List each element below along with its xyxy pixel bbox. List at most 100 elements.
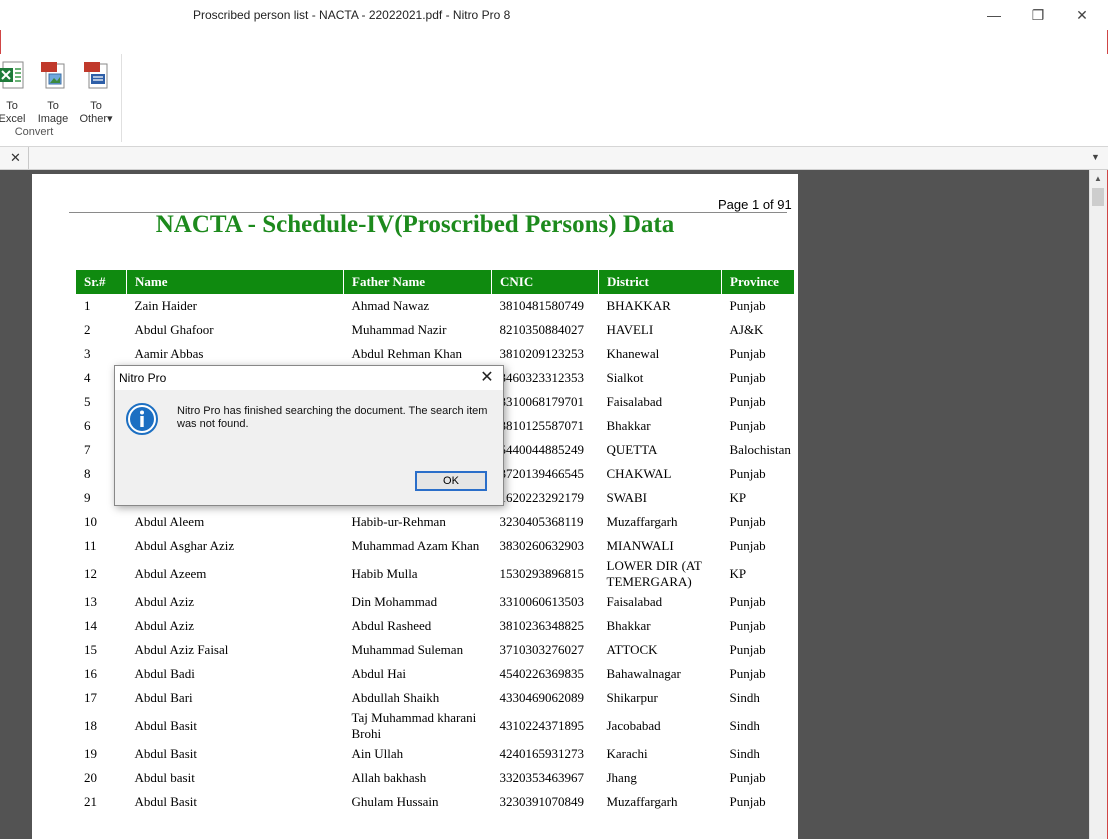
cell-district: MIANWALI bbox=[606, 538, 674, 553]
convert-group-label: Convert bbox=[14, 126, 54, 138]
cell-father-name: Habib-ur-Rehman bbox=[351, 514, 446, 529]
page-number: Page 1 of 91 bbox=[718, 197, 792, 212]
other-icon bbox=[84, 62, 108, 89]
cell-district: Faisalabad bbox=[606, 594, 663, 609]
cell-sr: 10 bbox=[84, 514, 97, 529]
to-excel-label-2: Excel bbox=[0, 113, 26, 125]
cell-sr: 15 bbox=[84, 642, 97, 657]
cell-sr: 11 bbox=[84, 538, 97, 553]
cell-district: Shikarpur bbox=[606, 690, 658, 705]
to-image-label-1: To bbox=[47, 100, 59, 112]
cell-province: Sindh bbox=[729, 690, 760, 705]
table-row: 12 Abdul Azeem Habib Mulla 1530293896815 LOW… bbox=[76, 558, 795, 590]
cell-father-name: Habib Mulla bbox=[351, 566, 418, 581]
cell-cnic: 8210350884027 bbox=[499, 322, 585, 337]
cell-father-name: Muhammad Nazir bbox=[351, 322, 447, 337]
cell-sr: 3 bbox=[84, 346, 91, 361]
cell-cnic: 4240165931273 bbox=[499, 746, 585, 761]
col-header-father-name: Father Name bbox=[343, 270, 492, 294]
cell-district: LOWER DIR (AT TEMERGARA) bbox=[606, 558, 702, 589]
col-header-name: Name bbox=[126, 270, 344, 294]
to-excel-button[interactable]: To Excel bbox=[0, 60, 32, 128]
table-header-row: Sr.# Name Father Name CNIC District Prov… bbox=[76, 270, 795, 294]
cell-province: Punjab bbox=[729, 594, 766, 609]
cell-province: KP bbox=[729, 490, 747, 505]
cell-cnic: 4330469062089 bbox=[499, 690, 585, 705]
cell-province: Punjab bbox=[729, 514, 766, 529]
cell-cnic: 3710303276027 bbox=[499, 642, 585, 657]
table-row: 17 Abdul Bari Abdullah Shaikh 4330469062089… bbox=[76, 686, 795, 710]
table-row: 11 Abdul Asghar Aziz Muhammad Azam Khan 383… bbox=[76, 534, 795, 558]
cell-name: Abdul Ghafoor bbox=[134, 322, 214, 337]
cell-province: Sindh bbox=[729, 746, 760, 761]
cell-province: Sindh bbox=[729, 718, 760, 733]
cell-province: KP bbox=[729, 566, 747, 581]
cell-cnic: 3320353463967 bbox=[499, 770, 585, 785]
close-tab-icon[interactable]: ✕ bbox=[10, 150, 21, 166]
cell-district: ATTOCK bbox=[606, 642, 658, 657]
to-other-label-2: Other▾ bbox=[79, 113, 113, 125]
cell-province: Punjab bbox=[729, 394, 766, 409]
cell-sr: 20 bbox=[84, 770, 97, 785]
ok-button[interactable]: OK bbox=[415, 471, 487, 491]
cell-district: Jhang bbox=[606, 770, 637, 785]
col-header-cnic: CNIC bbox=[491, 270, 599, 294]
cell-district: Sialkot bbox=[606, 370, 644, 385]
document-title: NACTA - Schedule-IV(Proscribed Persons) … bbox=[155, 211, 675, 238]
minimize-button[interactable]: — bbox=[984, 6, 1004, 24]
cell-name: Zain Haider bbox=[134, 298, 197, 313]
table-row: 15 Abdul Aziz Faisal Muhammad Suleman 37103… bbox=[76, 638, 795, 662]
cell-cnic: 5440044885249 bbox=[499, 442, 585, 457]
table-row: 21 Abdul Basit Ghulam Hussain 3230391070849… bbox=[76, 790, 795, 814]
cell-province: Punjab bbox=[729, 370, 766, 385]
cell-cnic: 3810481580749 bbox=[499, 298, 585, 313]
cell-sr: 14 bbox=[84, 618, 97, 633]
col-header-district: District bbox=[598, 270, 722, 294]
scroll-thumb[interactable] bbox=[1092, 188, 1104, 206]
cell-father-name: Abdullah Shaikh bbox=[351, 690, 440, 705]
ribbon: To Excel To Image To Other▾ Convert bbox=[0, 54, 1108, 147]
info-icon bbox=[126, 403, 158, 435]
cell-district: BHAKKAR bbox=[606, 298, 671, 313]
table-row: 1 Zain Haider Ahmad Nawaz 3810481580749 BHAK… bbox=[76, 294, 795, 318]
cell-name: Abdul Basit bbox=[134, 718, 197, 733]
cell-sr: 16 bbox=[84, 666, 97, 681]
cell-name: Abdul Badi bbox=[134, 666, 195, 681]
cell-province: Punjab bbox=[729, 618, 766, 633]
scroll-up-arrow[interactable]: ▲ bbox=[1094, 174, 1102, 183]
cell-sr: 18 bbox=[84, 718, 97, 733]
cell-name: Abdul basit bbox=[134, 770, 195, 785]
tab-divider bbox=[28, 147, 29, 169]
table-row: 20 Abdul basit Allah bakhash 3320353463967 J… bbox=[76, 766, 795, 790]
cell-name: Abdul Azeem bbox=[134, 566, 207, 581]
title-bar: Proscribed person list - NACTA - 2202202… bbox=[0, 0, 1108, 30]
dialog-close-button[interactable]: ✕ bbox=[475, 368, 499, 388]
vertical-scrollbar[interactable]: ▲ bbox=[1089, 170, 1107, 839]
to-other-button[interactable]: To Other▾ bbox=[76, 60, 116, 128]
tab-list-dropdown[interactable]: ▼ bbox=[1091, 152, 1100, 162]
close-button[interactable]: ✕ bbox=[1072, 6, 1092, 24]
cell-province: Punjab bbox=[729, 538, 766, 553]
cell-cnic: 3230405368119 bbox=[499, 514, 584, 529]
cell-district: Bahawalnagar bbox=[606, 666, 681, 681]
cell-cnic: 4540226369835 bbox=[499, 666, 585, 681]
cell-province: Punjab bbox=[729, 298, 766, 313]
cell-district: Bhakkar bbox=[606, 618, 651, 633]
cell-father-name: Muhammad Azam Khan bbox=[351, 538, 480, 553]
restore-button[interactable]: ❐ bbox=[1028, 6, 1048, 24]
cell-name: Aamir Abbas bbox=[134, 346, 204, 361]
cell-sr: 13 bbox=[84, 594, 97, 609]
to-image-label-2: Image bbox=[37, 113, 69, 125]
cell-province: AJ&K bbox=[729, 322, 764, 337]
cell-district: CHAKWAL bbox=[606, 466, 672, 481]
convert-group: To Excel To Image To Other▾ Convert bbox=[0, 54, 122, 142]
cell-father-name: Din Mohammad bbox=[351, 594, 438, 609]
table-row: 10 Abdul Aleem Habib-ur-Rehman 323040536811… bbox=[76, 510, 795, 534]
cell-district: QUETTA bbox=[606, 442, 658, 457]
cell-cnic: 3460323312353 bbox=[499, 370, 585, 385]
cell-cnic: 3810236348825 bbox=[499, 618, 585, 633]
search-toolbar: ⌃ ✕ ▼ bbox=[0, 30, 1108, 82]
cell-district: Jacobabad bbox=[606, 718, 661, 733]
cell-cnic: 3830260632903 bbox=[499, 538, 585, 553]
to-image-button[interactable]: To Image bbox=[33, 60, 73, 128]
